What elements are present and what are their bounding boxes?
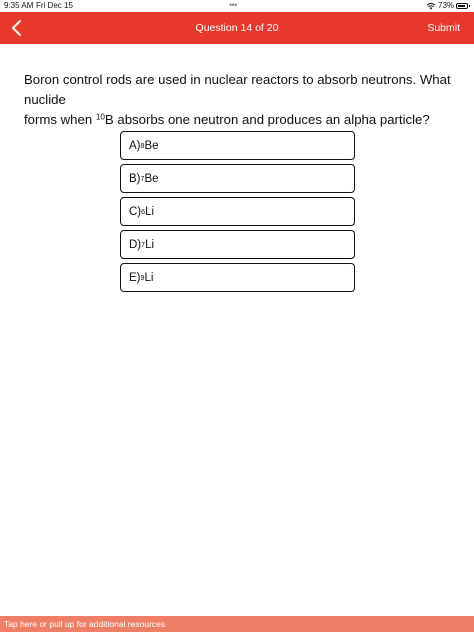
option-prefix: B) [129, 172, 141, 185]
option-prefix: C) [129, 205, 142, 218]
option-symbol: Be [144, 172, 159, 185]
option-symbol: Be [144, 139, 159, 152]
option-d[interactable]: D) 7 Li [120, 230, 355, 259]
option-e[interactable]: E) 9 Li [120, 263, 355, 292]
resources-label[interactable]: Tap here or pull up for additional resou… [4, 616, 165, 632]
question-line-2-prefix: forms when [24, 112, 96, 127]
nav-bar: Question 14 of 20 Submit [0, 12, 474, 44]
battery-percent: 73% [438, 1, 455, 10]
status-bar: 9:35 AM Fri Dec 15 ••• 73% [0, 0, 474, 12]
question-line-2-suffix: B absorbs one neutron and produces an al… [104, 112, 430, 127]
status-time: 9:35 AM [4, 1, 34, 10]
option-c[interactable]: C) 6 Li [120, 197, 355, 226]
option-b[interactable]: B) 7 Be [120, 164, 355, 193]
resources-bar[interactable]: Tap here or pull up for additional resou… [0, 616, 474, 632]
option-prefix: D) [129, 238, 142, 251]
status-date: Fri Dec 15 [36, 1, 73, 10]
question-text: Boron control rods are used in nuclear r… [24, 70, 454, 130]
option-symbol: Li [145, 238, 155, 251]
multitasking-dots[interactable]: ••• [229, 0, 237, 11]
option-prefix: E) [129, 271, 141, 284]
option-symbol: Li [145, 205, 155, 218]
question-line-1: Boron control rods are used in nuclear r… [24, 72, 451, 107]
option-symbol: Li [144, 271, 154, 284]
battery-icon [456, 3, 470, 9]
option-prefix: A) [129, 139, 141, 152]
submit-button[interactable]: Submit [427, 12, 460, 44]
question-counter: Question 14 of 20 [195, 22, 279, 34]
wifi-icon [426, 3, 436, 10]
answer-options: A) 8 Be B) 7 Be C) 6 Li D) 7 Li E) 9 Li [120, 131, 355, 296]
option-a[interactable]: A) 8 Be [120, 131, 355, 160]
mass-number: 10 [95, 112, 105, 122]
question-line-2: forms when 10B absorbs one neutron and p… [24, 110, 454, 130]
